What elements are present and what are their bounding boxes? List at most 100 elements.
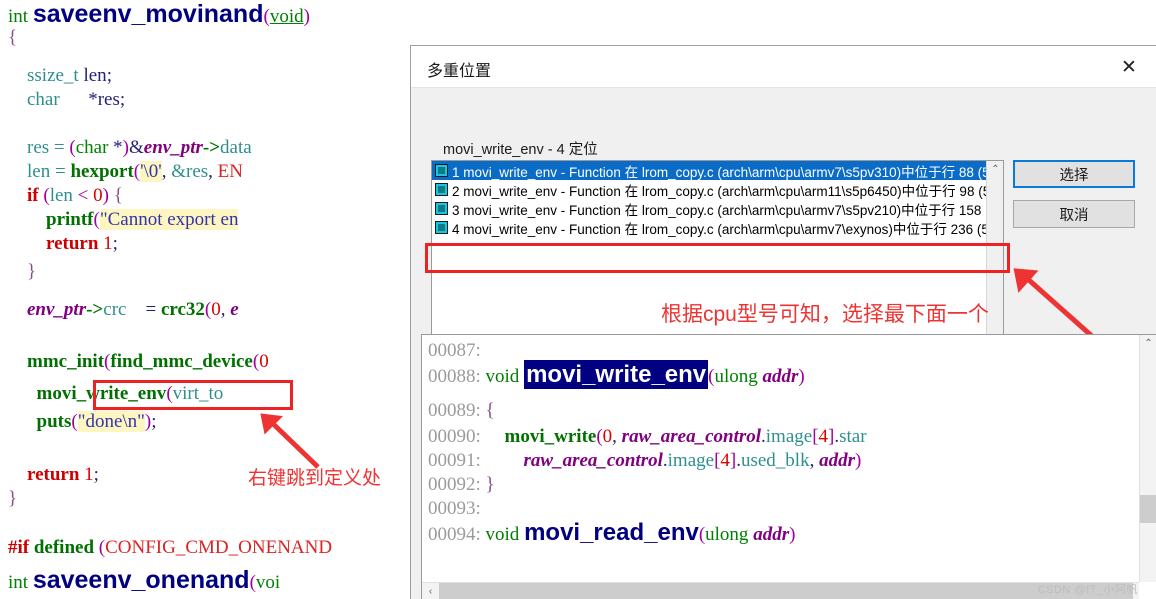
code-token: (: [93, 209, 100, 230]
code-token: void: [485, 366, 525, 387]
code-token: '\0': [140, 161, 162, 182]
code-line: env_ptr->crc = crc32(0, e: [8, 300, 239, 320]
code-token: 00094:: [428, 524, 486, 545]
code-line: printf("Cannot export en: [8, 209, 239, 230]
code-token: 00091:: [428, 450, 524, 471]
code-token: ->: [202, 137, 221, 158]
dialog-subtitle: movi_write_env - 4 定位: [443, 142, 598, 158]
code-token: hexport: [70, 161, 134, 182]
code-line: }: [8, 489, 17, 509]
code-line: {: [8, 28, 17, 48]
code-line: puts("done\n");: [8, 411, 157, 432]
code-line: char *res;: [8, 90, 125, 110]
function-symbol-icon: [435, 202, 448, 215]
code-token: EN: [217, 161, 243, 182]
code-token: 00090:: [428, 426, 505, 447]
code-token: }: [8, 261, 37, 282]
code-token: CONFIG_CMD_ONENAND: [105, 537, 333, 558]
code-line: return 1;: [8, 465, 99, 485]
code-token: ,: [161, 161, 172, 182]
code-token: char: [75, 137, 114, 158]
code-token: {: [485, 400, 495, 421]
code-token: len =: [8, 161, 71, 182]
multiple-locations-dialog: 多重位置 ✕ movi_write_env - 4 定位 1 movi_writ…: [410, 45, 1156, 599]
code-token: 00089:: [428, 400, 486, 421]
code-token: used_blk: [740, 450, 810, 471]
code-token: int: [8, 6, 33, 27]
code-token: ->: [86, 299, 104, 320]
scroll-up-icon[interactable]: ⌃: [987, 161, 1003, 178]
code-token: saveenv_onenand: [32, 566, 250, 594]
preview-horizontal-scrollbar[interactable]: ‹: [422, 582, 1139, 599]
code-line: 00094: void movi_read_env(ulong addr): [428, 521, 795, 545]
code-token: =: [126, 299, 161, 320]
code-token: crc: [103, 299, 127, 320]
code-line: return 1;: [8, 234, 118, 254]
code-token: <: [77, 185, 94, 206]
code-token: 1: [84, 464, 94, 485]
code-token: 4: [818, 426, 829, 447]
code-token: ;: [151, 411, 157, 432]
preview-scroll-up-icon[interactable]: ⌃: [1140, 335, 1156, 352]
code-token: ;: [119, 89, 126, 110]
code-token: 1: [103, 233, 113, 254]
code-line: 00091: raw_area_control.image[4].used_bl…: [428, 451, 861, 471]
code-token: e: [230, 299, 239, 320]
code-token: {: [113, 185, 123, 206]
function-symbol-icon: [435, 183, 448, 196]
code-token: (: [71, 411, 78, 432]
location-list-item-label: 1 movi_write_env - Function 在 lrom_copy.…: [452, 164, 1003, 180]
code-line: 00088: void movi_write_env (ulong addr): [428, 360, 805, 389]
location-list-item[interactable]: 1 movi_write_env - Function 在 lrom_copy.…: [432, 161, 1003, 180]
code-token: ): [798, 366, 805, 387]
location-list-item[interactable]: 2 movi_write_env - Function 在 lrom_copy.…: [432, 180, 1003, 199]
dialog-annotation-text: 根据cpu型号可知，选择最下面一个: [661, 303, 989, 326]
code-token: puts: [8, 411, 72, 432]
code-token: ): [303, 6, 310, 27]
code-preview-pane[interactable]: 00087: 00088: void movi_write_env (ulong a…: [421, 334, 1156, 599]
code-token: ): [102, 185, 114, 206]
code-line: #if defined (CONFIG_CMD_ONENAND: [8, 538, 332, 558]
location-list-item[interactable]: 4 movi_write_env - Function 在 lrom_copy.…: [432, 218, 1003, 237]
code-line: 00089: {: [428, 401, 495, 421]
preview-scroll-left-icon[interactable]: ‹: [422, 583, 439, 599]
code-token: *: [113, 137, 123, 158]
code-token: void: [269, 6, 304, 27]
code-line: 00087:: [428, 341, 481, 361]
preview-hscrollbar-thumb[interactable]: [439, 583, 1133, 599]
code-token: &res: [171, 161, 209, 182]
location-list-item[interactable]: 3 movi_write_env - Function 在 lrom_copy.…: [432, 199, 1003, 218]
code-token: ;: [93, 464, 99, 485]
dialog-body: movi_write_env - 4 定位 1 movi_write_env -…: [411, 88, 1156, 368]
code-token: addr: [753, 524, 790, 545]
code-token: ;: [106, 65, 112, 86]
code-line: 00092: }: [428, 475, 495, 495]
cancel-button[interactable]: 取消: [1013, 200, 1135, 228]
screen-root: int saveenv_movinand(void){ ssize_t len;…: [0, 0, 1156, 599]
function-symbol-icon: [435, 164, 448, 177]
code-token: ,: [612, 426, 622, 447]
close-icon[interactable]: ✕: [1108, 46, 1150, 88]
code-token: ulong: [714, 366, 763, 387]
code-token: data: [220, 137, 252, 158]
code-token: return: [8, 233, 104, 254]
code-token: star: [839, 426, 867, 447]
preview-vscrollbar-thumb[interactable]: [1140, 495, 1156, 523]
code-token: return: [8, 464, 85, 485]
preview-vertical-scrollbar[interactable]: ⌃: [1139, 335, 1156, 582]
code-token: {: [8, 27, 18, 48]
code-token: ulong: [705, 524, 754, 545]
code-token: env_ptr: [8, 299, 87, 320]
code-token: 0: [602, 426, 613, 447]
code-token: *res: [88, 89, 120, 110]
select-button[interactable]: 选择: [1013, 160, 1135, 188]
code-token: raw_area_control: [523, 450, 663, 471]
code-token: find_mmc_device: [110, 351, 253, 372]
code-line: mmc_init(find_mmc_device(0: [8, 352, 269, 372]
code-token: char: [8, 89, 89, 110]
code-token: 0: [211, 299, 221, 320]
code-token: }: [485, 474, 495, 495]
code-token: addr: [762, 366, 799, 387]
locations-rows: 1 movi_write_env - Function 在 lrom_copy.…: [432, 161, 1003, 237]
code-token: movi_write: [504, 426, 597, 447]
